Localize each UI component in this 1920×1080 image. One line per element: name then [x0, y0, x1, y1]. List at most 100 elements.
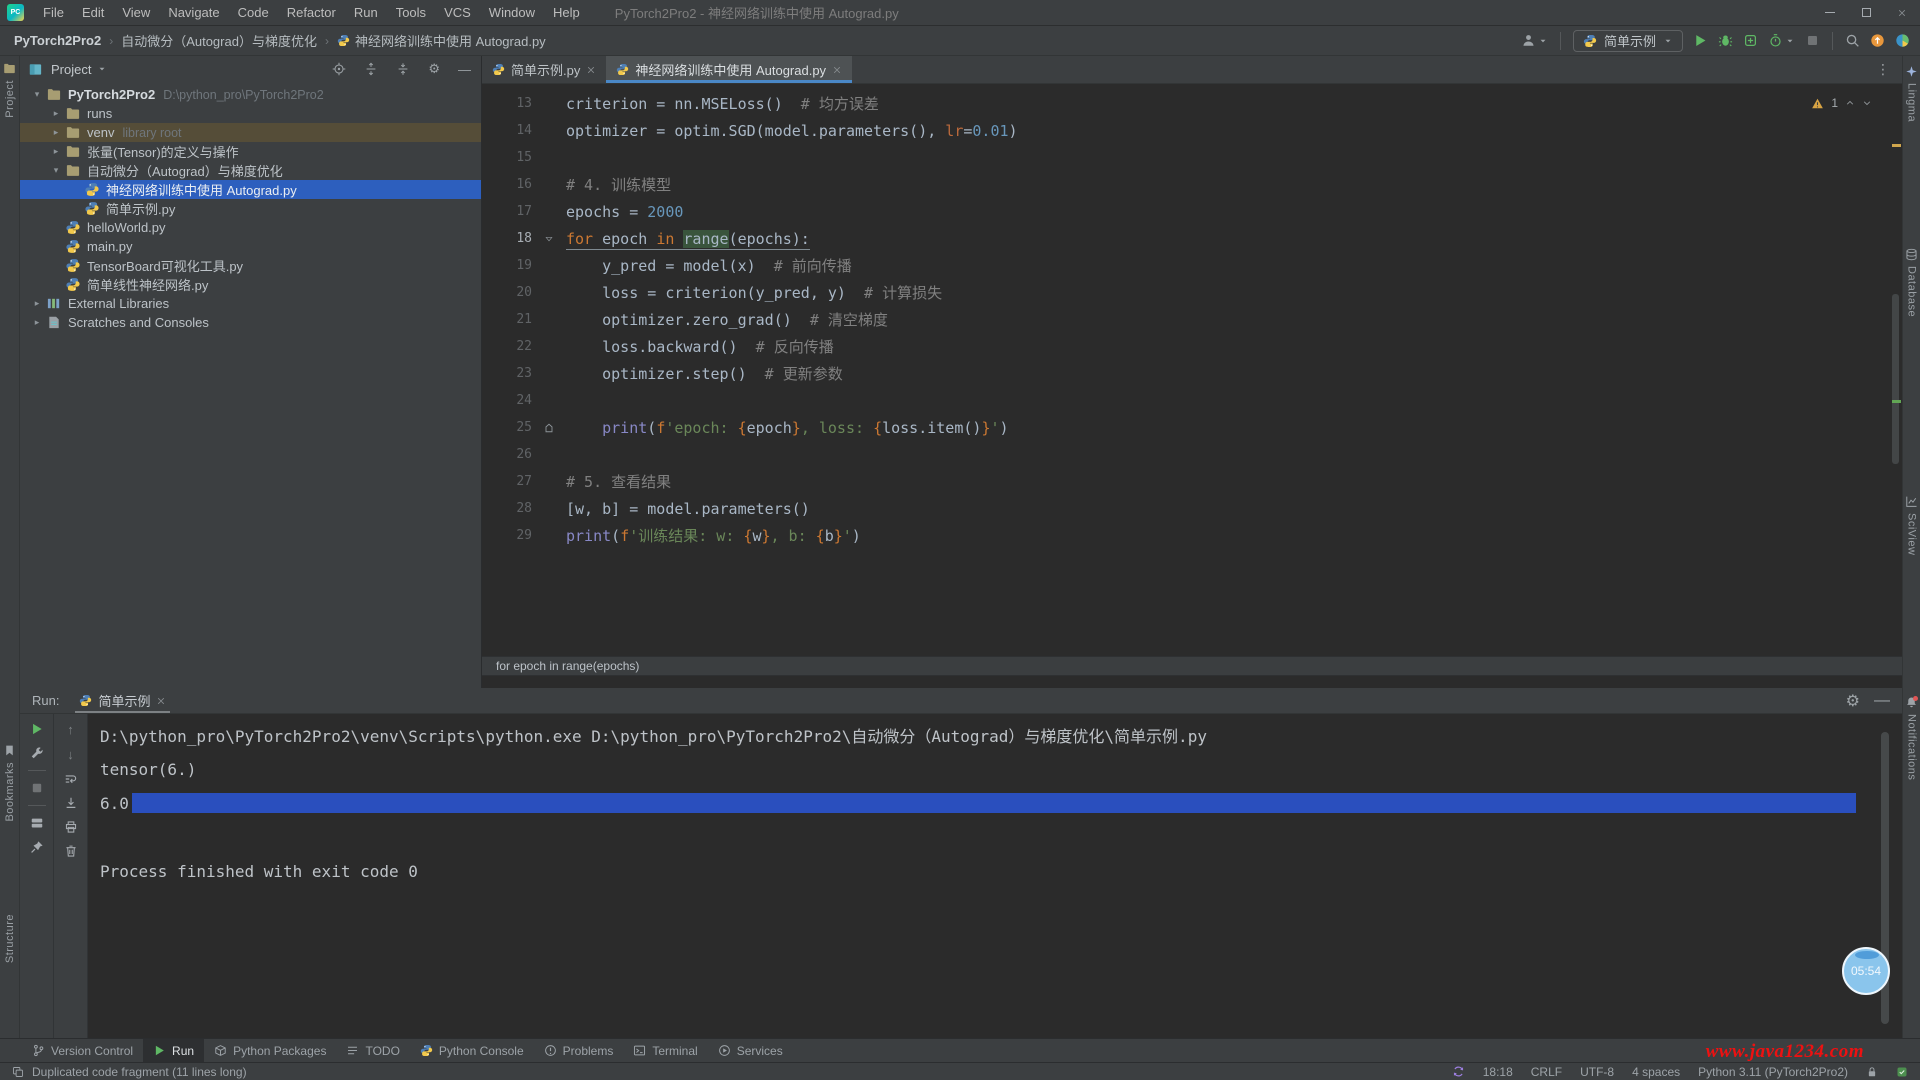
run-button[interactable]: [1693, 33, 1708, 48]
code-line[interactable]: 19 y_pred = model(x) # 前向传播: [482, 252, 1902, 279]
breadcrumb-item[interactable]: 自动微分（Autograd）与梯度优化: [121, 31, 317, 50]
status-item[interactable]: UTF-8: [1580, 1065, 1614, 1079]
toolwindow-problems[interactable]: Problems: [534, 1039, 624, 1062]
run-config-selector[interactable]: 简单示例: [1573, 30, 1683, 52]
code-line[interactable]: 29print(f'训练结果: w: {w}, b: {b}'): [482, 522, 1902, 549]
toolwindow-services[interactable]: Services: [708, 1039, 793, 1062]
menu-refactor[interactable]: Refactor: [278, 5, 345, 20]
debug-button[interactable]: [1718, 33, 1733, 48]
toolwindow-version-control[interactable]: Version Control: [22, 1039, 143, 1062]
editor-tab[interactable]: 神经网络训练中使用 Autograd.py: [606, 56, 852, 83]
code-line[interactable]: 23 optimizer.step() # 更新参数: [482, 360, 1902, 387]
breadcrumb-item[interactable]: PyTorch2Pro2: [14, 33, 101, 48]
tree-item[interactable]: ▸runs: [20, 104, 481, 123]
toolwindow-python-console[interactable]: Python Console: [410, 1039, 534, 1062]
code-line[interactable]: 16# 4. 训练模型: [482, 171, 1902, 198]
stripe-tab-structure[interactable]: Structure: [0, 914, 19, 963]
update-notification-icon[interactable]: [1870, 33, 1885, 48]
stripe-tab-database[interactable]: Database: [1903, 248, 1920, 317]
code-line[interactable]: 24: [482, 387, 1902, 414]
gutter-mark-icon[interactable]: [543, 422, 555, 434]
toolwindow-run[interactable]: Run: [143, 1039, 204, 1062]
menu-vcs[interactable]: VCS: [435, 5, 480, 20]
search-everywhere-button[interactable]: [1845, 33, 1860, 48]
menu-file[interactable]: File: [34, 5, 73, 20]
code-line[interactable]: 21 optimizer.zero_grad() # 清空梯度: [482, 306, 1902, 333]
tree-item[interactable]: 简单线性神经网络.py: [20, 275, 481, 294]
up-stacktrace-icon[interactable]: ↑: [67, 722, 74, 737]
toolwindow-terminal[interactable]: Terminal: [623, 1039, 707, 1062]
editor-scrollbar[interactable]: [1892, 294, 1899, 464]
close-icon[interactable]: [832, 65, 842, 75]
run-with-coverage-button[interactable]: [1743, 33, 1758, 48]
status-left[interactable]: Duplicated code fragment (11 lines long): [12, 1065, 247, 1079]
green-status-icon[interactable]: [1896, 1066, 1908, 1078]
tree-chevron-icon[interactable]: ▸: [47, 127, 65, 138]
code-line[interactable]: 28[w, b] = model.parameters(): [482, 495, 1902, 522]
run-console[interactable]: D:\python_pro\PyTorch2Pro2\venv\Scripts\…: [88, 714, 1902, 1038]
stripe-tab-lingma[interactable]: Lingma: [1903, 65, 1920, 122]
tree-chevron-icon[interactable]: ▸: [47, 108, 65, 119]
editor-tab[interactable]: 简单示例.py: [482, 56, 606, 83]
gear-icon[interactable]: ⚙: [428, 61, 440, 77]
tree-chevron-icon[interactable]: ▸: [47, 146, 65, 157]
code-line[interactable]: 27# 5. 查看结果: [482, 468, 1902, 495]
tab-options-icon[interactable]: ⋮: [1876, 56, 1902, 83]
close-button[interactable]: [1884, 0, 1920, 26]
code-line[interactable]: 20 loss = criterion(y_pred, y) # 计算损失: [482, 279, 1902, 306]
run-tab[interactable]: 简单示例: [71, 688, 174, 713]
code-line[interactable]: 25 print(f'epoch: {epoch}, loss: {loss.i…: [482, 414, 1902, 441]
background-task-icon[interactable]: [1452, 1065, 1465, 1078]
status-item[interactable]: 18:18: [1483, 1065, 1513, 1079]
tree-item[interactable]: ▾PyTorch2Pro2D:\python_pro\PyTorch2Pro2: [20, 85, 481, 104]
status-item[interactable]: CRLF: [1531, 1065, 1562, 1079]
code-line[interactable]: 13criterion = nn.MSELoss() # 均方误差: [482, 90, 1902, 117]
edit-config-icon[interactable]: [30, 746, 44, 760]
rerun-button[interactable]: [30, 722, 44, 736]
menu-edit[interactable]: Edit: [73, 5, 113, 20]
toolwindow-python-packages[interactable]: Python Packages: [204, 1039, 336, 1062]
user-account-button[interactable]: [1521, 33, 1548, 48]
status-item[interactable]: 4 spaces: [1632, 1065, 1680, 1079]
stripe-tab-notifications[interactable]: Notifications: [1903, 696, 1920, 780]
chevron-down-icon[interactable]: [97, 64, 107, 74]
clear-console-icon[interactable]: [64, 844, 78, 858]
prev-issue-icon[interactable]: [1845, 98, 1855, 108]
hide-panel-icon[interactable]: —: [458, 62, 471, 77]
tree-item[interactable]: ▸External Libraries: [20, 294, 481, 313]
tree-chevron-icon[interactable]: ▸: [28, 317, 46, 328]
menu-run[interactable]: Run: [345, 5, 387, 20]
soft-wrap-icon[interactable]: [64, 772, 78, 786]
code-line[interactable]: 18for epoch in range(epochs):: [482, 225, 1902, 252]
tree-item[interactable]: ▸venvlibrary root: [20, 123, 481, 142]
stripe-tab-sciview[interactable]: SciView: [1903, 495, 1920, 555]
menu-tools[interactable]: Tools: [387, 5, 435, 20]
status-item[interactable]: Python 3.11 (PyTorch2Pro2): [1698, 1065, 1848, 1079]
menu-code[interactable]: Code: [229, 5, 278, 20]
ide-features-icon[interactable]: [1895, 33, 1910, 48]
tree-item[interactable]: main.py: [20, 237, 481, 256]
code-line[interactable]: 26: [482, 441, 1902, 468]
inspection-widget[interactable]: 1: [1811, 96, 1872, 110]
tree-item[interactable]: helloWorld.py: [20, 218, 481, 237]
code-line[interactable]: 17epochs = 2000: [482, 198, 1902, 225]
tree-item[interactable]: ▸张量(Tensor)的定义与操作: [20, 142, 481, 161]
tree-item[interactable]: 神经网络训练中使用 Autograd.py: [20, 180, 481, 199]
menu-view[interactable]: View: [113, 5, 159, 20]
tree-chevron-icon[interactable]: ▾: [28, 89, 46, 100]
tree-chevron-icon[interactable]: ▾: [47, 165, 65, 176]
code-editor[interactable]: 1 13criterion = nn.MSELoss() # 均方误差14opt…: [482, 84, 1902, 656]
locate-file-icon[interactable]: [332, 62, 346, 76]
hide-run-panel-icon[interactable]: —: [1874, 692, 1890, 710]
menu-help[interactable]: Help: [544, 5, 589, 20]
tree-item[interactable]: ▾自动微分（Autograd）与梯度优化: [20, 161, 481, 180]
toolwindow-todo[interactable]: TODO: [336, 1039, 409, 1062]
restore-layout-icon[interactable]: [30, 816, 44, 830]
run-settings-gear-icon[interactable]: ⚙: [1846, 691, 1860, 711]
maximize-button[interactable]: [1848, 0, 1884, 26]
menu-window[interactable]: Window: [480, 5, 544, 20]
stripe-tab-project[interactable]: Project: [0, 62, 19, 118]
close-icon[interactable]: [156, 696, 166, 706]
down-stacktrace-icon[interactable]: ↓: [67, 747, 74, 762]
lock-icon[interactable]: [1866, 1066, 1878, 1078]
